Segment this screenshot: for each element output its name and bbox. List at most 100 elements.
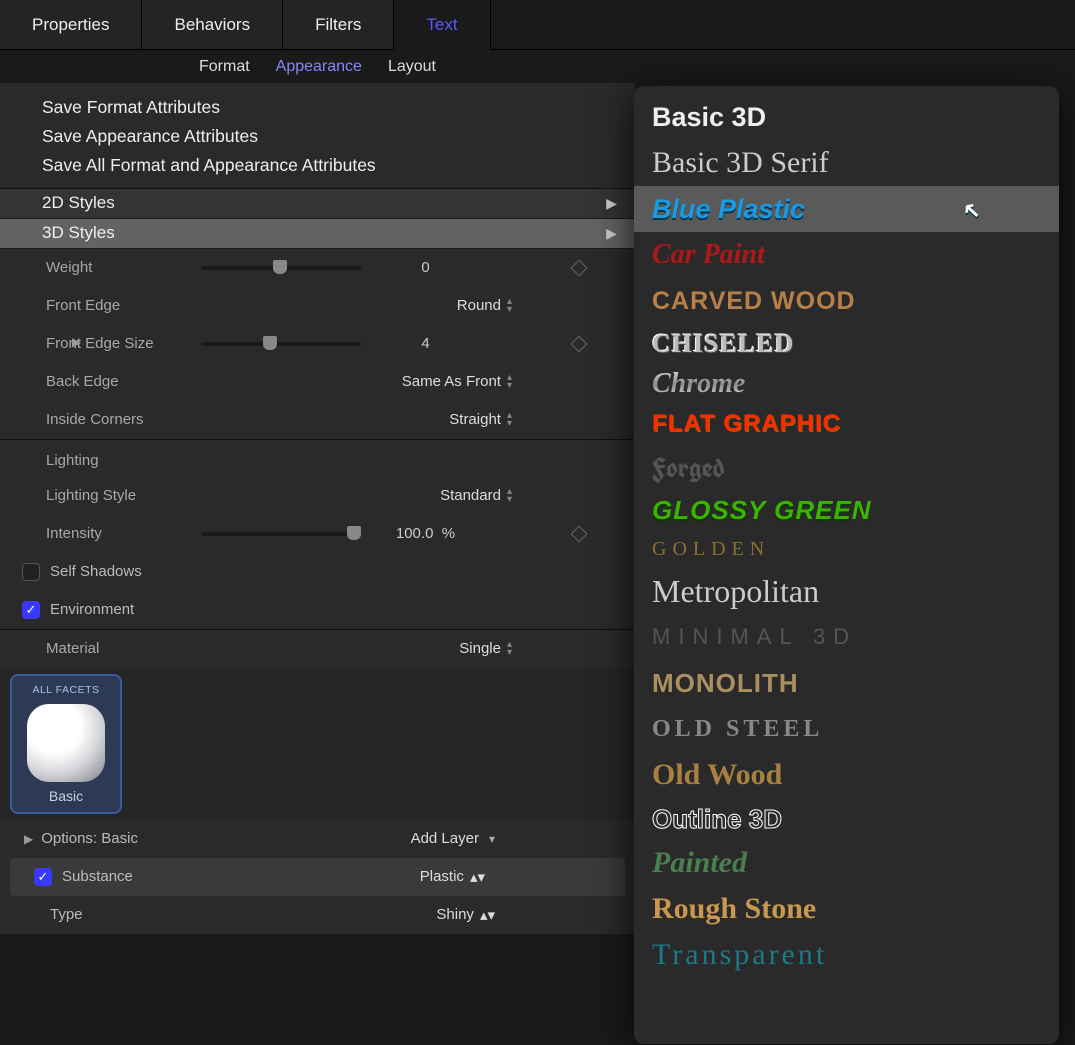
style-painted[interactable]: Painted — [634, 840, 1059, 886]
label-inside-corners: Inside Corners — [46, 411, 201, 428]
slider-knob[interactable] — [273, 260, 287, 274]
label-type: Type — [50, 906, 83, 923]
label-front-edge: Front Edge — [46, 297, 201, 314]
keyframe-diamond-icon[interactable] — [571, 259, 588, 276]
label-front-edge-size: ▶Front Edge Size — [46, 335, 201, 352]
tab-filters[interactable]: Filters — [283, 0, 394, 50]
slider-knob[interactable] — [347, 526, 361, 540]
stepper-icon: ▴▾ — [507, 641, 512, 657]
value-front-edge-size[interactable]: 4 — [373, 335, 478, 352]
label-intensity: Intensity — [46, 525, 201, 542]
material-preview-icon — [27, 704, 105, 782]
row-substance: ✓ Substance Plastic▴▾ — [10, 858, 625, 896]
row-material: Material Single▴▾ — [0, 630, 635, 668]
disclosure-triangle-icon[interactable]: ▶ — [24, 832, 33, 846]
tab-behaviors[interactable]: Behaviors — [142, 0, 283, 50]
label-weight: Weight — [46, 259, 201, 276]
checkbox-environment[interactable]: ✓ — [22, 601, 40, 619]
style-golden[interactable]: GOLDEN — [634, 530, 1059, 568]
row-front-edge-size: ▶Front Edge Size 4 — [0, 325, 635, 363]
category-2d-styles[interactable]: 2D Styles ▶ — [0, 189, 635, 219]
style-basic-3d[interactable]: Basic 3D — [634, 94, 1059, 140]
select-back-edge[interactable]: Same As Front▴▾ — [301, 373, 516, 390]
row-environment[interactable]: ✓ Environment — [0, 591, 635, 629]
material-swatch-area: ALL FACETS Basic — [0, 668, 635, 820]
style-blue-plastic[interactable]: Blue Plastic ↖ — [634, 186, 1059, 232]
section-lighting: Lighting — [0, 440, 635, 477]
style-chiseled[interactable]: CHISELED — [634, 324, 1059, 364]
preset-save-menu: Save Format Attributes Save Appearance A… — [0, 83, 635, 189]
style-forged[interactable]: Forged — [634, 444, 1059, 490]
subtab-appearance[interactable]: Appearance — [276, 58, 362, 76]
cursor-icon: ↖ — [958, 197, 981, 226]
keyframe-diamond-icon[interactable] — [571, 335, 588, 352]
select-substance[interactable]: Plastic▴▾ — [420, 868, 485, 886]
select-type[interactable]: Shiny▴▾ — [436, 906, 495, 924]
style-chrome[interactable]: Chrome — [634, 364, 1059, 404]
3d-styles-flyout: Basic 3D Basic 3D Serif Blue Plastic ↖ C… — [634, 86, 1059, 1044]
label-options: Options: Basic — [41, 830, 138, 847]
subtab-layout[interactable]: Layout — [388, 58, 436, 76]
value-weight[interactable]: 0 — [373, 259, 478, 276]
checkbox-self-shadows[interactable] — [22, 563, 40, 581]
style-basic-3d-serif[interactable]: Basic 3D Serif — [634, 140, 1059, 186]
style-old-wood[interactable]: Old Wood — [634, 752, 1059, 798]
tabbar-filler — [491, 0, 1075, 50]
label-self-shadows: Self Shadows — [50, 563, 142, 580]
style-monolith[interactable]: MONOLITH — [634, 660, 1059, 706]
label-substance: Substance — [62, 868, 133, 885]
select-inside-corners[interactable]: Straight▴▾ — [351, 411, 516, 428]
style-rough-stone[interactable]: Rough Stone — [634, 886, 1059, 932]
style-carved-wood[interactable]: CARVED WOOD — [634, 278, 1059, 324]
row-front-edge: Front Edge Round▴▾ — [0, 287, 635, 325]
style-metropolitan[interactable]: Metropolitan — [634, 568, 1059, 614]
swatch-header: ALL FACETS — [12, 682, 120, 700]
style-glossy-green[interactable]: GLOSSY GREEN — [634, 490, 1059, 530]
stepper-icon: ▴▾ — [480, 906, 495, 924]
style-minimal-3d[interactable]: MINIMAL 3D — [634, 614, 1059, 660]
value-intensity[interactable]: 100.0 % — [373, 525, 478, 542]
tab-text[interactable]: Text — [394, 0, 490, 50]
submenu-arrow-icon: ▶ — [606, 195, 617, 212]
label-lighting-style: Lighting Style — [46, 487, 201, 504]
row-self-shadows[interactable]: Self Shadows — [0, 553, 635, 591]
save-appearance-attributes[interactable]: Save Appearance Attributes — [42, 122, 635, 151]
chevron-down-icon: ▾ — [489, 832, 495, 846]
style-flat-graphic[interactable]: FLAT GRAPHIC — [634, 404, 1059, 444]
row-inside-corners: Inside Corners Straight▴▾ — [0, 401, 635, 439]
category-3d-label: 3D Styles — [42, 223, 115, 243]
stepper-icon: ▴▾ — [507, 412, 512, 428]
disclosure-triangle-icon[interactable]: ▶ — [72, 335, 81, 349]
label-material: Material — [46, 640, 201, 657]
subtab-format[interactable]: Format — [199, 58, 250, 76]
select-material[interactable]: Single▴▾ — [361, 640, 516, 657]
slider-weight[interactable] — [201, 266, 361, 270]
tab-properties[interactable]: Properties — [0, 0, 142, 50]
save-format-attributes[interactable]: Save Format Attributes — [42, 93, 635, 122]
appearance-panel: Save Format Attributes Save Appearance A… — [0, 83, 635, 934]
geometry-properties: Weight 0 Front Edge Round▴▾ ▶Front Edge … — [0, 249, 635, 439]
keyframe-diamond-icon[interactable] — [571, 525, 588, 542]
slider-front-edge-size[interactable] — [201, 342, 361, 346]
style-car-paint[interactable]: Car Paint — [634, 232, 1059, 278]
stepper-icon: ▴▾ — [470, 868, 485, 886]
text-subtabs: Format Appearance Layout — [0, 50, 635, 83]
style-old-steel[interactable]: OLD STEEL — [634, 706, 1059, 752]
slider-knob[interactable] — [263, 336, 277, 350]
stepper-icon: ▴▾ — [507, 374, 512, 390]
style-transparent[interactable]: Transparent — [634, 932, 1059, 978]
save-all-attributes[interactable]: Save All Format and Appearance Attribute… — [42, 151, 635, 180]
category-3d-styles[interactable]: 3D Styles ▶ — [0, 219, 635, 249]
slider-intensity[interactable] — [201, 532, 361, 536]
material-swatch[interactable]: ALL FACETS Basic — [10, 674, 122, 814]
inspector-tabbar: Properties Behaviors Filters Text — [0, 0, 1075, 50]
row-type: Type Shiny▴▾ — [0, 896, 635, 934]
style-outline-3d[interactable]: Outline 3D — [634, 798, 1059, 840]
row-options: ▶ Options: Basic Add Layer▾ — [0, 820, 635, 858]
add-layer-button[interactable]: Add Layer▾ — [411, 830, 495, 847]
row-weight: Weight 0 — [0, 249, 635, 287]
select-front-edge[interactable]: Round▴▾ — [361, 297, 516, 314]
select-lighting-style[interactable]: Standard▴▾ — [341, 487, 516, 504]
checkbox-substance[interactable]: ✓ — [34, 868, 52, 886]
swatch-name: Basic — [12, 788, 120, 804]
